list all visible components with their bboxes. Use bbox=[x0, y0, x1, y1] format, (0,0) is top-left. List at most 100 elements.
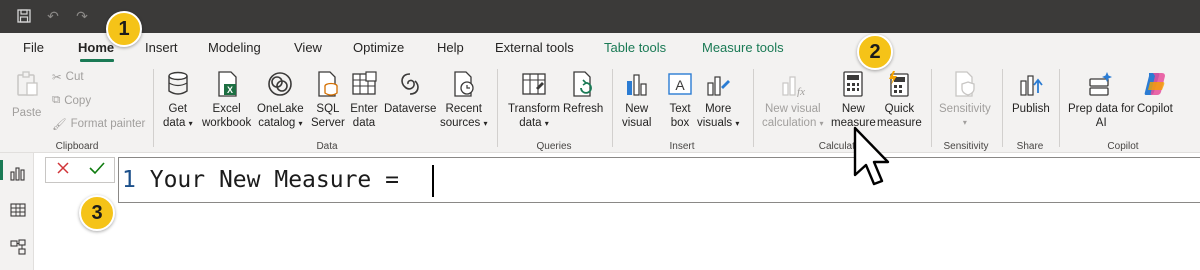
mouse-pointer-icon bbox=[853, 126, 890, 186]
group-label-queries: Queries bbox=[536, 141, 572, 152]
recent-sources-icon bbox=[450, 70, 478, 98]
sql-server-icon bbox=[314, 70, 342, 98]
ribbon-tabs: File Home Insert Modeling View Optimize … bbox=[0, 33, 1200, 63]
paintbrush-icon: 🖌 bbox=[52, 119, 67, 131]
chevron-down-icon: ▾ bbox=[735, 119, 740, 128]
group-separator bbox=[1002, 69, 1003, 147]
format-painter-button[interactable]: 🖌 Format painter bbox=[52, 117, 145, 131]
quick-measure-button[interactable]: Quick measure bbox=[877, 70, 922, 130]
quick-measure-icon bbox=[885, 70, 913, 98]
calculator-icon bbox=[839, 70, 867, 98]
redo-icon[interactable]: ↷ bbox=[73, 7, 91, 25]
more-visuals-icon bbox=[704, 70, 732, 98]
group-label-share: Share bbox=[1016, 141, 1044, 152]
chevron-down-icon: ▾ bbox=[819, 119, 824, 128]
excel-icon: X bbox=[213, 70, 241, 98]
tab-optimize[interactable]: Optimize bbox=[353, 40, 404, 55]
group-separator bbox=[497, 69, 498, 147]
left-nav bbox=[0, 153, 34, 270]
database-icon bbox=[164, 70, 192, 98]
title-bar: ↶ ↷ bbox=[0, 0, 1200, 33]
group-label-copilot: Copilot bbox=[1107, 141, 1139, 152]
table-grid-icon bbox=[350, 70, 378, 98]
publish-icon bbox=[1017, 70, 1045, 98]
prep-data-icon bbox=[1087, 70, 1115, 98]
paste-button[interactable]: Paste bbox=[12, 70, 41, 120]
recent-sources-button[interactable]: Recent sources ▾ bbox=[440, 70, 488, 131]
callout-badge-3: 3 bbox=[79, 195, 115, 231]
bar-chart-icon bbox=[623, 70, 651, 98]
commit-formula-icon[interactable] bbox=[88, 161, 105, 180]
text-box-button[interactable]: A Text box bbox=[666, 70, 694, 130]
group-label-data: Data bbox=[316, 141, 338, 152]
group-separator bbox=[1059, 69, 1060, 147]
sql-server-button[interactable]: SQL Server bbox=[311, 70, 345, 130]
transform-data-icon bbox=[520, 70, 548, 98]
sensitivity-button[interactable]: Sensitivity ▾ bbox=[939, 70, 991, 130]
tab-modeling[interactable]: Modeling bbox=[208, 40, 261, 55]
tab-help[interactable]: Help bbox=[437, 40, 464, 55]
chevron-down-icon: ▾ bbox=[298, 119, 303, 128]
dataverse-button[interactable]: Dataverse bbox=[384, 70, 436, 116]
active-tab-indicator bbox=[80, 59, 114, 62]
sensitivity-icon bbox=[951, 70, 979, 98]
line-number: 1 bbox=[122, 167, 136, 193]
report-view-icon[interactable] bbox=[10, 165, 26, 181]
group-separator bbox=[753, 69, 754, 147]
scissors-icon: ✂ bbox=[52, 72, 62, 84]
formula-line: 1 Your New Measure = bbox=[122, 167, 413, 193]
more-visuals-button[interactable]: More visuals ▾ bbox=[697, 70, 739, 131]
visual-calculation-icon: fx bbox=[779, 70, 807, 98]
transform-data-button[interactable]: Transform data ▾ bbox=[508, 70, 560, 131]
tab-view[interactable]: View bbox=[294, 40, 322, 55]
new-measure-button[interactable]: New measure bbox=[831, 70, 876, 130]
tab-insert[interactable]: Insert bbox=[145, 40, 178, 55]
model-view-icon[interactable] bbox=[10, 239, 26, 255]
get-data-button[interactable]: Get data ▾ bbox=[163, 70, 193, 131]
onelake-catalog-button[interactable]: OneLake catalog ▾ bbox=[257, 70, 304, 131]
copy-button[interactable]: ⧉ Copy bbox=[52, 94, 91, 107]
refresh-icon bbox=[569, 70, 597, 98]
svg-text:fx: fx bbox=[797, 86, 805, 97]
group-separator bbox=[153, 69, 154, 147]
chevron-down-icon: ▾ bbox=[483, 119, 488, 128]
tab-home[interactable]: Home bbox=[78, 40, 114, 55]
excel-workbook-button[interactable]: X Excel workbook bbox=[202, 70, 251, 130]
dataverse-icon bbox=[396, 70, 424, 98]
svg-text:X: X bbox=[227, 85, 233, 95]
cancel-formula-icon[interactable] bbox=[56, 161, 70, 180]
tab-measure-tools[interactable]: Measure tools bbox=[702, 40, 784, 55]
ribbon: Paste ✂ Cut ⧉ Copy 🖌 Format painter Clipboa… bbox=[0, 63, 1200, 153]
copilot-button[interactable]: Copilot bbox=[1137, 70, 1173, 116]
group-label-clipboard: Clipboard bbox=[55, 141, 99, 152]
formula-bar-buttons bbox=[45, 157, 115, 183]
copilot-icon bbox=[1141, 70, 1169, 98]
callout-badge-2: 2 bbox=[857, 34, 893, 70]
cut-button[interactable]: ✂ Cut bbox=[52, 70, 84, 84]
onelake-icon bbox=[266, 70, 294, 98]
table-view-icon[interactable] bbox=[10, 202, 26, 218]
text-caret bbox=[432, 165, 434, 197]
undo-icon[interactable]: ↶ bbox=[44, 7, 62, 25]
enter-data-button[interactable]: Enter data bbox=[350, 70, 378, 130]
prep-data-for-ai-button[interactable]: Prep data for AI bbox=[1068, 70, 1134, 130]
new-visual-calculation-button[interactable]: fx New visual calculation ▾ bbox=[762, 70, 824, 131]
chevron-down-icon: ▾ bbox=[544, 119, 549, 128]
group-separator bbox=[612, 69, 613, 147]
group-label-sensitivity: Sensitivity bbox=[943, 141, 989, 152]
active-view-indicator bbox=[0, 160, 3, 180]
new-visual-button[interactable]: New visual bbox=[622, 70, 651, 130]
publish-button[interactable]: Publish bbox=[1012, 70, 1050, 116]
tab-file[interactable]: File bbox=[23, 40, 44, 55]
chevron-down-icon: ▾ bbox=[962, 118, 967, 127]
tab-external-tools[interactable]: External tools bbox=[495, 40, 574, 55]
save-icon[interactable] bbox=[15, 7, 33, 25]
copy-icon: ⧉ bbox=[52, 94, 61, 106]
refresh-button[interactable]: Refresh bbox=[563, 70, 603, 116]
chevron-down-icon: ▾ bbox=[188, 119, 193, 128]
callout-badge-1: 1 bbox=[106, 11, 142, 47]
tab-table-tools[interactable]: Table tools bbox=[604, 40, 666, 55]
group-label-insert: Insert bbox=[669, 141, 695, 152]
formula-text: Your New Measure = bbox=[149, 167, 413, 193]
paste-icon bbox=[13, 70, 41, 98]
